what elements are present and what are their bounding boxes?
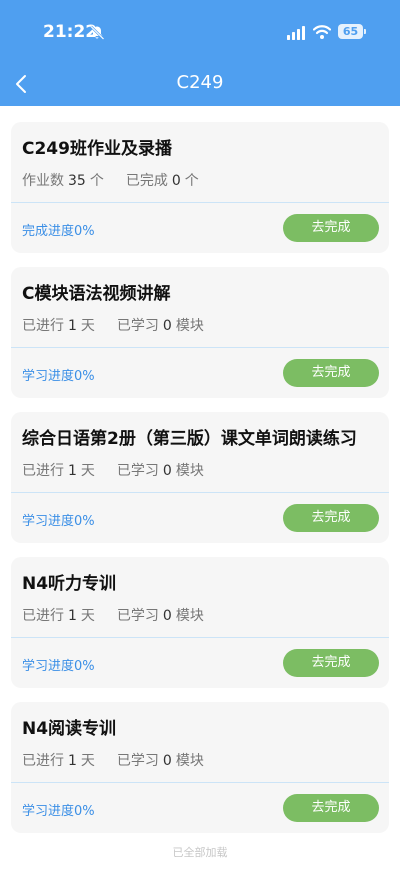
battery-indicator: 65 xyxy=(338,24,366,39)
meta-label: 已学习 xyxy=(116,753,159,769)
meta-label: 已进行 xyxy=(22,608,64,624)
card-title: N4阅读专训 xyxy=(22,719,117,739)
meta-value: 0 xyxy=(162,318,172,334)
page-title: C249 xyxy=(176,72,224,93)
meta-value: 0 xyxy=(171,173,181,189)
progress-text: 学习进度0% xyxy=(22,659,95,674)
card-title: 综合日语第2册（第三版）课文单词朗读练习 xyxy=(22,429,357,449)
meta-value: 0 xyxy=(162,753,172,769)
meta-unit: 天 xyxy=(80,753,95,769)
task-card: N4阅读专训 已进行 1 天 已学习 0 模块 学习进度0% 去完成 xyxy=(11,702,389,833)
top-bar: 21:22 65 C249 xyxy=(0,0,400,106)
card-meta: 作业数 35 个已完成 0 个 xyxy=(22,170,199,190)
card-meta: 已进行 1 天 已学习 0 模块 xyxy=(22,315,204,335)
task-card: C模块语法视频讲解 已进行 1 天 已学习 0 模块 学习进度0% 去完成 xyxy=(11,267,389,398)
meta-label: 已进行 xyxy=(22,318,64,334)
card-title: C模块语法视频讲解 xyxy=(22,284,171,304)
cellular-signal-icon xyxy=(287,26,305,40)
task-list: C249班作业及录播 作业数 35 个已完成 0 个 完成进度0% 去完成 C模块语法视… xyxy=(11,122,389,847)
card-divider xyxy=(11,202,389,203)
meta-value: 0 xyxy=(162,608,172,624)
progress-text: 完成进度0% xyxy=(22,224,95,239)
meta-unit: 个 xyxy=(184,173,199,189)
meta-value: 35 xyxy=(68,173,86,189)
bell-muted-icon xyxy=(90,25,105,40)
task-card: C249班作业及录播 作业数 35 个已完成 0 个 完成进度0% 去完成 xyxy=(11,122,389,253)
card-meta: 已进行 1 天 已学习 0 模块 xyxy=(22,460,204,480)
meta-value: 1 xyxy=(68,753,77,769)
meta-label: 作业数 xyxy=(22,173,64,189)
card-divider xyxy=(11,347,389,348)
meta-unit: 个 xyxy=(89,173,104,189)
card-title: N4听力专训 xyxy=(22,574,117,594)
go-complete-button[interactable]: 去完成 xyxy=(283,649,379,677)
load-complete-text: 已全部加载 xyxy=(172,846,228,859)
meta-unit: 模块 xyxy=(175,753,204,769)
progress-text: 学习进度0% xyxy=(22,369,95,384)
progress-text: 学习进度0% xyxy=(22,514,95,529)
meta-unit: 天 xyxy=(80,318,95,334)
meta-label: 已完成 xyxy=(125,173,168,189)
meta-unit: 天 xyxy=(80,463,95,479)
meta-unit: 天 xyxy=(80,608,95,624)
go-complete-button[interactable]: 去完成 xyxy=(283,794,379,822)
meta-value: 1 xyxy=(68,608,77,624)
meta-label: 已进行 xyxy=(22,753,64,769)
meta-label: 已进行 xyxy=(22,463,64,479)
card-meta: 已进行 1 天 已学习 0 模块 xyxy=(22,605,204,625)
meta-value: 1 xyxy=(68,318,77,334)
card-divider xyxy=(11,492,389,493)
card-title: C249班作业及录播 xyxy=(22,139,172,159)
progress-text: 学习进度0% xyxy=(22,804,95,819)
meta-label: 已学习 xyxy=(116,463,159,479)
meta-unit: 模块 xyxy=(175,608,204,624)
go-complete-button[interactable]: 去完成 xyxy=(283,214,379,242)
meta-value: 0 xyxy=(162,463,172,479)
status-bar: 21:22 65 xyxy=(0,20,400,46)
meta-value: 1 xyxy=(68,463,77,479)
task-card: 综合日语第2册（第三版）课文单词朗读练习 已进行 1 天已学习 0 模块 学习进度0% … xyxy=(11,412,389,543)
card-meta: 已进行 1 天 已学习 0 模块 xyxy=(22,750,204,770)
wifi-icon xyxy=(313,25,331,39)
go-complete-button[interactable]: 去完成 xyxy=(283,504,379,532)
card-divider xyxy=(11,782,389,783)
meta-unit: 模块 xyxy=(175,318,204,334)
card-divider xyxy=(11,637,389,638)
meta-label: 已学习 xyxy=(116,608,159,624)
go-complete-button[interactable]: 去完成 xyxy=(283,359,379,387)
meta-unit: 模块 xyxy=(175,463,204,479)
task-card: N4听力专训 已进行 1 天 已学习 0 模块 学习进度0% 去完成 xyxy=(11,557,389,688)
meta-label: 已学习 xyxy=(116,318,159,334)
